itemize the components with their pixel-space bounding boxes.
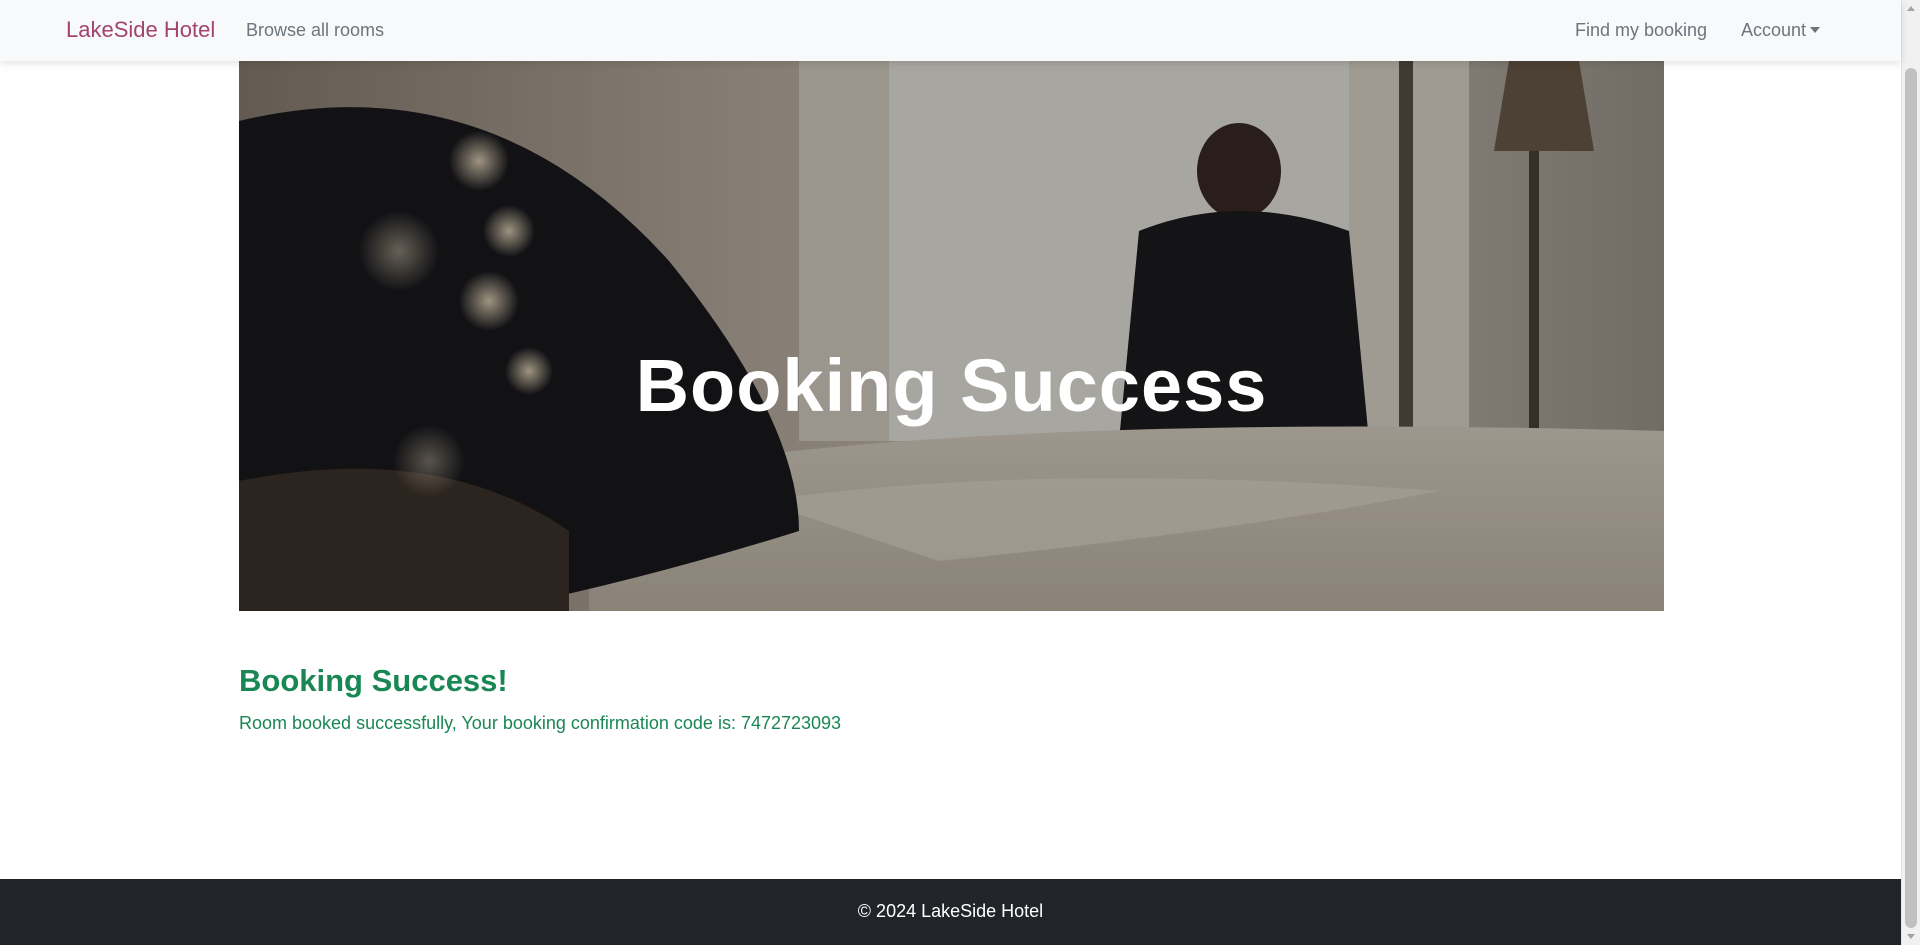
footer: © 2024 LakeSide Hotel (0, 879, 1901, 945)
hero-banner: Booking Success (239, 61, 1664, 611)
hero-background-image (239, 61, 1664, 611)
success-message: Room booked successfully, Your booking c… (239, 713, 842, 733)
hero-title: Booking Success (635, 343, 1268, 427)
account-label: Account (1741, 20, 1807, 40)
nav-account-dropdown[interactable]: Account (1741, 20, 1821, 41)
navbar: LakeSide Hotel Browse all rooms Find my … (0, 0, 1901, 61)
footer-copyright: © 2024 LakeSide Hotel (857, 901, 1044, 921)
nav-find-booking-link[interactable]: Find my booking (1575, 20, 1707, 41)
scroll-up-icon[interactable] (1907, 6, 1915, 11)
brand-link[interactable]: LakeSide Hotel (66, 17, 215, 43)
caret-down-icon (1810, 27, 1821, 33)
vertical-scrollbar[interactable] (1901, 0, 1920, 945)
page: LakeSide Hotel Browse all rooms Find my … (0, 0, 1920, 945)
scroll-down-icon[interactable] (1907, 934, 1915, 939)
scrollbar-thumb[interactable] (1905, 68, 1917, 928)
nav-browse-rooms-link[interactable]: Browse all rooms (246, 20, 384, 41)
success-heading: Booking Success! (239, 663, 508, 698)
